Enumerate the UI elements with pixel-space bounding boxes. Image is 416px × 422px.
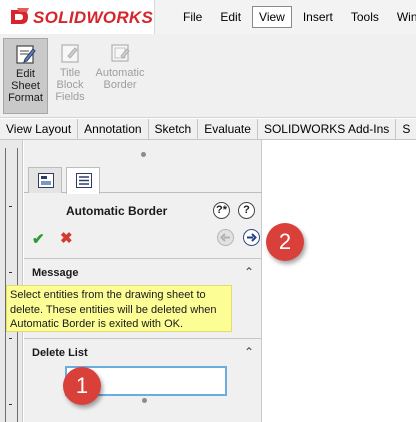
- menu-tools[interactable]: Tools: [344, 6, 386, 28]
- ds-logo-icon: [11, 8, 29, 24]
- tab-overflow[interactable]: S: [396, 119, 416, 139]
- arrow-right-icon: [247, 233, 257, 242]
- menu-bar: File Edit View Insert Tools Windo: [176, 0, 416, 34]
- message-section-title: Message: [32, 267, 79, 279]
- delete-list-collapse-icon[interactable]: ⌃: [244, 345, 254, 359]
- list-resize-grip[interactable]: [142, 398, 147, 403]
- callout-badge-1: 1: [63, 367, 101, 405]
- tab-feature-manager[interactable]: [28, 167, 62, 193]
- automatic-border-button[interactable]: Automatic Border: [90, 38, 150, 114]
- property-list-icon: [76, 173, 92, 188]
- panel-resize-grip[interactable]: [141, 152, 146, 157]
- tab-annotation[interactable]: Annotation: [78, 119, 149, 139]
- edit-sheet-format-label: Edit Sheet Format: [8, 68, 43, 104]
- help-icon[interactable]: ?: [238, 202, 255, 219]
- feature-tree-icon: [38, 173, 54, 188]
- menu-window[interactable]: Windo: [390, 6, 416, 28]
- edit-sheet-format-icon: [15, 45, 36, 64]
- message-text: Select entities from the drawing sheet t…: [6, 285, 232, 332]
- next-page-button[interactable]: [243, 229, 260, 246]
- automatic-border-icon: [111, 44, 130, 62]
- solidworks-logo[interactable]: SOLIDWORKS: [0, 0, 155, 34]
- drawing-canvas[interactable]: [263, 140, 416, 422]
- left-edge-panel: [0, 140, 23, 422]
- command-manager: Edit Sheet Format Title Block Fields Aut…: [0, 34, 416, 118]
- menu-insert[interactable]: Insert: [296, 6, 340, 28]
- ruler-tick: [9, 272, 12, 273]
- panel-tabs: [24, 167, 262, 194]
- whats-new-help-icon[interactable]: ?*: [213, 202, 230, 219]
- previous-page-button[interactable]: [217, 229, 234, 246]
- menu-edit[interactable]: Edit: [213, 6, 248, 28]
- ruler-tick: [9, 206, 12, 207]
- ruler-tick: [9, 404, 12, 405]
- ruler-tick: [9, 338, 12, 339]
- title-block-fields-label: Title Block Fields: [55, 67, 85, 103]
- menu-file[interactable]: File: [176, 6, 209, 28]
- property-manager: Automatic Border ?* ? ✔ ✖ Message ⌃ Dele…: [24, 140, 262, 422]
- page-title: Automatic Border: [66, 204, 168, 218]
- tab-view-layout[interactable]: View Layout: [0, 119, 79, 139]
- delete-list-section-title: Delete List: [32, 347, 88, 359]
- callout-badge-2: 2: [266, 223, 304, 261]
- edit-sheet-format-button[interactable]: Edit Sheet Format: [3, 38, 48, 114]
- tab-sketch[interactable]: Sketch: [149, 119, 199, 139]
- tab-evaluate[interactable]: Evaluate: [198, 119, 258, 139]
- tab-solidworks-add-ins[interactable]: SOLIDWORKS Add-Ins: [258, 119, 397, 139]
- ok-check-icon[interactable]: ✔: [32, 230, 45, 248]
- title-block-fields-button[interactable]: Title Block Fields: [53, 38, 87, 114]
- automatic-border-label: Automatic Border: [95, 67, 145, 91]
- logo-text: SOLIDWORKS: [33, 8, 154, 27]
- cancel-x-icon[interactable]: ✖: [60, 229, 73, 247]
- title-bar: SOLIDWORKS File Edit View Insert Tools W…: [0, 0, 416, 34]
- title-block-fields-icon: [61, 44, 79, 63]
- menu-view[interactable]: View: [252, 6, 292, 28]
- command-manager-tabs: View Layout Annotation Sketch Evaluate S…: [0, 119, 416, 140]
- arrow-left-icon: [220, 233, 230, 242]
- tab-property-manager[interactable]: [66, 167, 100, 194]
- message-collapse-icon[interactable]: ⌃: [244, 265, 254, 279]
